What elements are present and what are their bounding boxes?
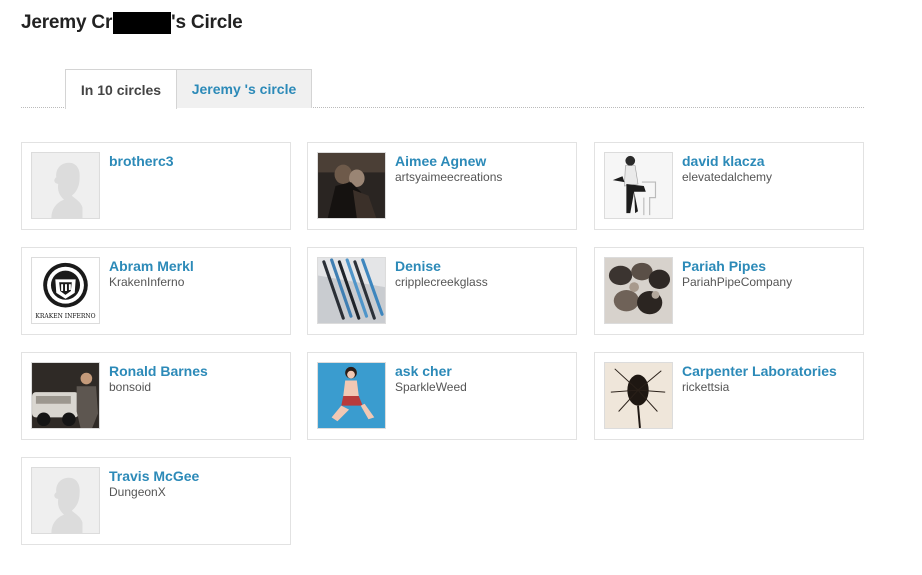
redaction-bar bbox=[113, 12, 172, 34]
kraken-logo-text: KRAKEN INFERNO bbox=[35, 313, 95, 320]
person-card: david klacza elevatedalchemy bbox=[594, 142, 864, 230]
person-username: rickettsia bbox=[682, 380, 730, 394]
person-username: PariahPipeCompany bbox=[682, 275, 793, 289]
person-card: KRAKEN INFERNO Abram Merkl KrakenInferno bbox=[21, 247, 291, 335]
tab-label: In 10 circles bbox=[80, 81, 162, 98]
person-card: Pariah Pipes PariahPipeCompany bbox=[594, 247, 864, 335]
avatar-photo-glass-straws[interactable] bbox=[317, 257, 386, 324]
person-card: Denise cripplecreekglass bbox=[307, 247, 577, 335]
person-card: ask cher SparkleWeed bbox=[307, 352, 577, 440]
person-username: SparkleWeed bbox=[395, 380, 467, 394]
avatar-photo-person-on-chair[interactable] bbox=[604, 152, 673, 219]
avatar-photo-glass-pipes[interactable] bbox=[604, 257, 673, 324]
person-name[interactable]: Abram Merkl bbox=[109, 258, 194, 274]
tab-jeremys-circle[interactable]: Jeremy 's circle bbox=[176, 69, 312, 108]
person-name[interactable]: Travis McGee bbox=[109, 468, 199, 484]
tab-in-circles[interactable]: In 10 circles bbox=[65, 69, 177, 109]
person-card: Aimee Agnew artsyaimeecreations bbox=[307, 142, 577, 230]
avatar-photo-two-people[interactable] bbox=[317, 152, 386, 219]
person-name[interactable]: brotherc3 bbox=[109, 153, 174, 169]
person-name[interactable]: ask cher bbox=[395, 363, 452, 379]
person-username: bonsoid bbox=[109, 380, 152, 394]
avatar-default-silhouette[interactable] bbox=[31, 152, 100, 219]
avatar-photo-dried-teasel[interactable] bbox=[604, 362, 673, 429]
person-username: cripplecreekglass bbox=[395, 275, 488, 289]
avatar-logo-kraken-inferno[interactable]: KRAKEN INFERNO bbox=[31, 257, 100, 324]
person-name[interactable]: Ronald Barnes bbox=[109, 363, 208, 379]
person-name[interactable]: Aimee Agnew bbox=[395, 153, 486, 169]
person-username: elevatedalchemy bbox=[682, 170, 773, 184]
avatar-photo-pinup[interactable] bbox=[317, 362, 386, 429]
avatar-default-silhouette[interactable] bbox=[31, 467, 100, 534]
person-username: KrakenInferno bbox=[109, 275, 185, 289]
person-username: artsyaimeecreations bbox=[395, 170, 503, 184]
page-title-first: Jeremy Cr bbox=[21, 12, 113, 33]
person-name[interactable]: Pariah Pipes bbox=[682, 258, 766, 274]
person-username: DungeonX bbox=[109, 485, 166, 499]
person-name[interactable]: david klacza bbox=[682, 153, 765, 169]
page-title: Jeremy Cr 's Circle bbox=[21, 12, 243, 34]
person-card: brotherc3 bbox=[21, 142, 291, 230]
person-card: Travis McGee DungeonX bbox=[21, 457, 291, 545]
person-card: Carpenter Laboratories rickettsia bbox=[594, 352, 864, 440]
person-card: Ronald Barnes bonsoid bbox=[21, 352, 291, 440]
person-name[interactable]: Denise bbox=[395, 258, 441, 274]
tabs-bar: In 10 circles Jeremy 's circle bbox=[21, 69, 864, 109]
page-title-last: 's Circle bbox=[171, 12, 243, 33]
person-name[interactable]: Carpenter Laboratories bbox=[682, 363, 837, 379]
avatar-photo-man-with-car[interactable] bbox=[31, 362, 100, 429]
tab-label: Jeremy 's circle bbox=[191, 81, 297, 97]
